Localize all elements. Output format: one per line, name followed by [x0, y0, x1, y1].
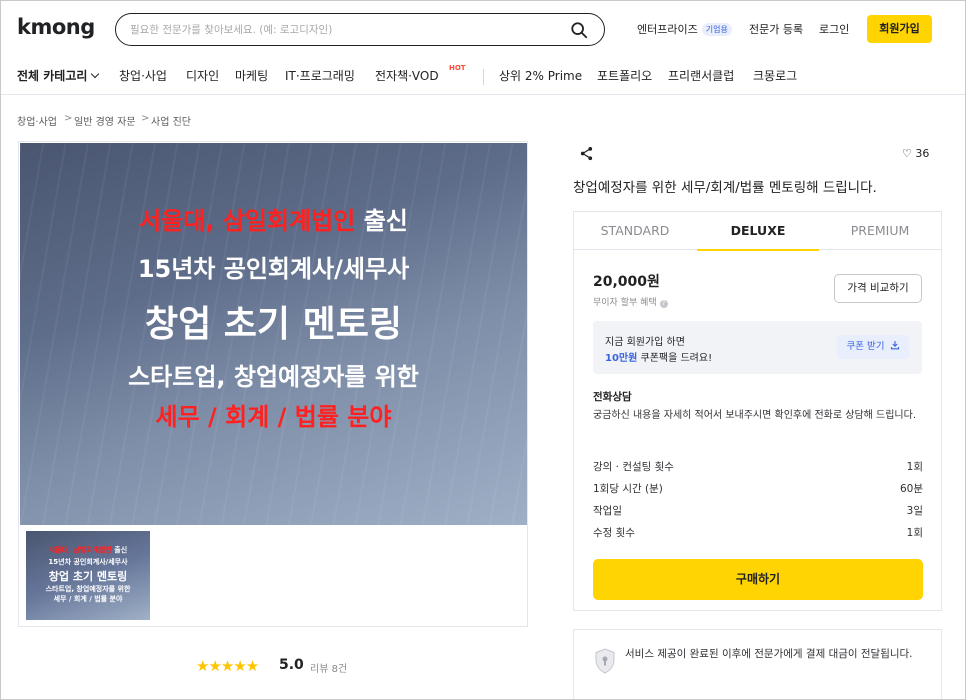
- all-categories-button[interactable]: 전체 카테고리: [17, 67, 100, 84]
- join-button[interactable]: 회원가입: [867, 15, 932, 43]
- category-it[interactable]: IT·프로그래밍: [285, 67, 355, 84]
- login-link[interactable]: 로그인: [819, 21, 849, 37]
- main-image-line1: 서울대, 삼일회계법인 출신: [20, 201, 527, 236]
- enterprise-badge: 기업용: [701, 23, 732, 36]
- main-image-line4: 스타트업, 창업예정자를 위한: [128, 363, 419, 391]
- tab-premium[interactable]: PREMIUM: [819, 212, 941, 250]
- thumb-line5: 세무 / 회계 / 법률 분야: [53, 595, 123, 603]
- coupon-line2-rest: 쿠폰팩을 드려요!: [637, 353, 713, 364]
- image-gallery: 서울대, 삼일회계법인 출신 15년차 공인회계사/세무사 창업 초기 멘토링 …: [18, 141, 528, 627]
- info-icon[interactable]: ?: [659, 300, 668, 308]
- heart-icon: ♡: [902, 147, 912, 160]
- tab-standard[interactable]: STANDARD: [574, 212, 696, 250]
- package-panel: STANDARD DELUXE PREMIUM 20,000원 무이자 할부 혜…: [573, 211, 942, 611]
- thumb-line1-red: 서울대, 삼일회계법인: [48, 546, 112, 554]
- coupon-banner: 지금 회원가입 하면 10만원 쿠폰팩을 드려요! 쿠폰 받기: [593, 321, 922, 374]
- coupon-amount: 10만원: [605, 353, 638, 364]
- category-prime[interactable]: 상위 2% Prime: [499, 67, 582, 84]
- category-ebook-vod[interactable]: 전자책·VOD: [375, 67, 439, 84]
- spec-value: 3일: [906, 505, 923, 517]
- thumb-line3: 창업 초기 멘토링: [48, 570, 128, 583]
- spec-label: 강의 · 컨설팅 횟수: [593, 461, 674, 473]
- breadcrumb-separator: >: [141, 113, 150, 124]
- expert-register-link[interactable]: 전문가 등록: [749, 21, 803, 37]
- main-image-line1-white: 출신: [355, 207, 408, 235]
- main-image-line2: 15년차 공인회계사/세무사: [137, 255, 410, 283]
- safe-payment-notice: 서비스 제공이 완료된 이후에 전문가에게 결제 대금이 전달됩니다.: [573, 629, 942, 699]
- thumb-line4: 스타트업, 창업예정자를 위한: [45, 585, 131, 593]
- category-kmong-log[interactable]: 크몽로그: [753, 67, 797, 84]
- main-image-line3: 창업 초기 멘토링: [145, 304, 402, 345]
- category-marketing[interactable]: 마케팅: [235, 67, 268, 84]
- download-icon: [890, 341, 899, 350]
- top-header: kmong 엔터프라이즈기업용 전문가 등록 로그인 회원가입: [1, 1, 965, 57]
- coupon-line2: 10만원 쿠폰팩을 드려요!: [605, 349, 712, 364]
- breadcrumb-item[interactable]: 사업 진단: [151, 113, 191, 128]
- safe-payment-text: 서비스 제공이 완료된 이후에 전문가에게 결제 대금이 전달됩니다.: [625, 648, 913, 660]
- kmong-logo[interactable]: kmong: [17, 15, 95, 39]
- category-design[interactable]: 디자인: [186, 67, 219, 84]
- category-freelancer-club[interactable]: 프리랜서클럽: [668, 67, 734, 84]
- chevron-down-icon: [91, 69, 100, 79]
- category-nav: 전체 카테고리 창업·사업 디자인 마케팅 IT·프로그래밍 전자책·VOD H…: [1, 57, 965, 95]
- rating-stars-icon: ★★★★★: [196, 657, 259, 675]
- category-divider: [483, 69, 484, 85]
- get-coupon-button[interactable]: 쿠폰 받기: [837, 335, 909, 359]
- review-count: 리뷰 8건: [310, 664, 348, 675]
- get-coupon-label: 쿠폰 받기: [846, 341, 885, 352]
- spec-value: 60분: [899, 483, 923, 495]
- buy-button[interactable]: 구매하기: [593, 559, 923, 600]
- spec-row: 강의 · 컨설팅 횟수 1회: [593, 459, 923, 474]
- tab-deluxe[interactable]: DELUXE: [697, 212, 819, 251]
- spec-value: 1회: [906, 527, 923, 539]
- thumb-line1: 서울대, 삼일회계법인 출신: [26, 545, 150, 555]
- spec-label: 수정 횟수: [593, 527, 635, 539]
- coupon-line1: 지금 회원가입 하면: [605, 337, 685, 348]
- category-portfolio[interactable]: 포트폴리오: [597, 67, 652, 84]
- main-image-line5: 세무 / 회계 / 법률 분야: [155, 403, 392, 431]
- hot-badge: HOT: [449, 64, 466, 72]
- spec-label: 작업일: [593, 505, 622, 517]
- share-icon[interactable]: [579, 146, 594, 161]
- thumb-line1-white: 출신: [111, 546, 128, 554]
- gig-title: 창업예정자를 위한 세무/회계/법률 멘토링해 드립니다.: [573, 180, 877, 196]
- shield-icon: [595, 648, 615, 674]
- breadcrumb-item[interactable]: 창업·사업: [17, 113, 57, 128]
- package-desc: 궁금하신 내용을 자세히 적어서 보내주시면 확인후에 전화로 상담해 드립니다…: [593, 410, 917, 421]
- spec-label: 1회당 시간 (분): [593, 483, 663, 495]
- main-image-line1-red: 서울대, 삼일회계법인: [139, 207, 356, 235]
- compare-price-button[interactable]: 가격 비교하기: [834, 274, 922, 303]
- spec-row: 수정 횟수 1회: [593, 525, 923, 540]
- spec-value: 1회: [906, 461, 923, 473]
- package-desc-title: 전화상담: [593, 391, 632, 403]
- enterprise-label: 엔터프라이즈: [637, 23, 698, 36]
- like-count: 36: [915, 147, 930, 160]
- enterprise-link[interactable]: 엔터프라이즈 기업용: [637, 21, 732, 37]
- thumbnail-image[interactable]: 서울대, 삼일회계법인 출신 15년차 공인회계사/세무사 창업 초기 멘토링 …: [26, 531, 150, 620]
- breadcrumb-separator: >: [64, 113, 73, 124]
- search-input[interactable]: [130, 21, 560, 39]
- no-interest-label: 무이자 할부 혜택: [593, 298, 657, 308]
- spec-row: 작업일 3일: [593, 503, 923, 518]
- main-service-image[interactable]: 서울대, 삼일회계법인 출신 15년차 공인회계사/세무사 창업 초기 멘토링 …: [20, 143, 527, 525]
- package-tabs: STANDARD DELUXE PREMIUM: [574, 212, 941, 251]
- all-categories-label: 전체 카테고리: [17, 69, 88, 83]
- no-interest-info: 무이자 할부 혜택 ?: [593, 295, 668, 308]
- search-bar[interactable]: [115, 13, 605, 46]
- thumb-line2: 15년차 공인회계사/세무사: [48, 558, 128, 566]
- search-icon[interactable]: [570, 21, 588, 39]
- page-frame: kmong 엔터프라이즈기업용 전문가 등록 로그인 회원가입 전체 카테고리 …: [0, 0, 966, 700]
- category-startup[interactable]: 창업·사업: [119, 67, 167, 84]
- spec-row: 1회당 시간 (분) 60분: [593, 481, 923, 496]
- breadcrumb-item[interactable]: 일반 경영 자문: [74, 113, 136, 128]
- like-button[interactable]: ♡ 36: [902, 147, 929, 160]
- package-price: 20,000원: [593, 274, 660, 290]
- rating-score: 5.0: [279, 657, 304, 673]
